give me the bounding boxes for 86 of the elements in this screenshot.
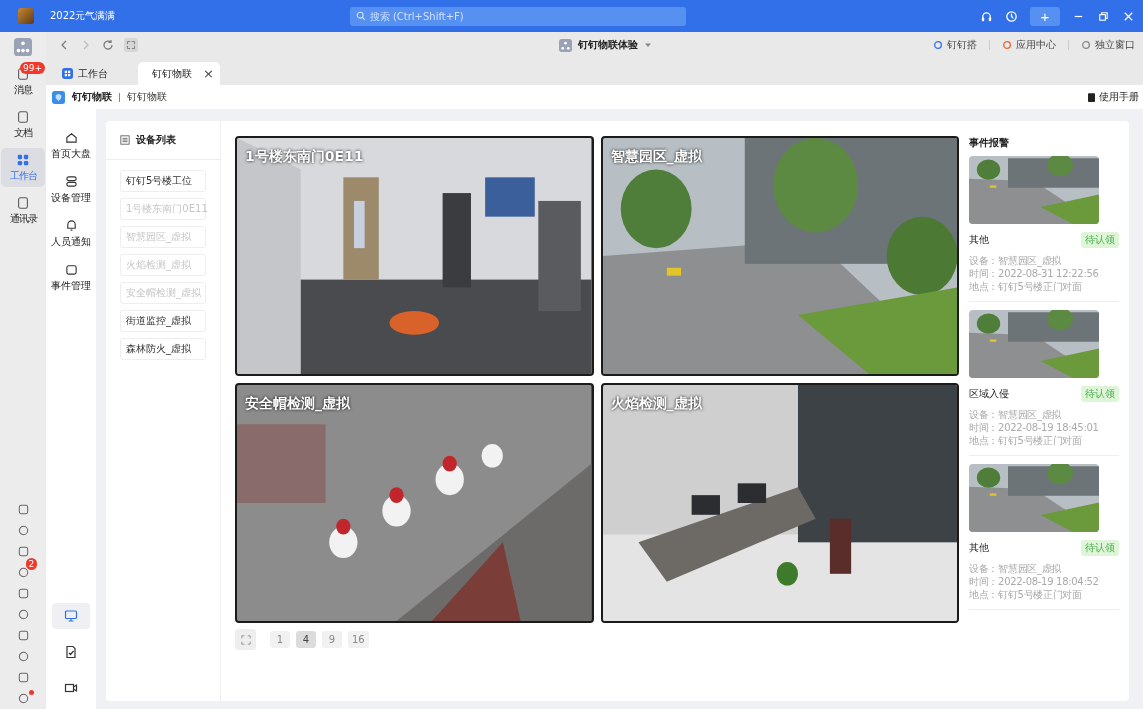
sidebar-item[interactable]: 消息 99+ <box>1 62 45 101</box>
org-chart-icon <box>559 38 572 52</box>
event-detail: 设备：智慧园区_虚拟 <box>969 562 1062 575</box>
avatar-icon[interactable] <box>18 8 34 24</box>
grid-icon <box>62 68 73 79</box>
search-field[interactable]: 搜索 (Ctrl+Shift+F) <box>349 6 686 26</box>
status-tag: 待认领 <box>1081 232 1119 248</box>
app-icon <box>16 110 30 124</box>
device-item[interactable]: 森林防火_虚拟 <box>120 338 206 360</box>
event-detail: 时间：2022-08-19 18:04:52 <box>969 575 1100 588</box>
event-type: 其他 <box>969 233 989 247</box>
tool-icon[interactable] <box>16 587 30 600</box>
tool-icon[interactable] <box>16 671 30 684</box>
nav-item[interactable]: 人员通知 <box>51 219 91 249</box>
event-detail: 设备：智慧园区_虚拟 <box>969 408 1062 421</box>
tool-icon[interactable] <box>16 608 30 621</box>
tool-icon[interactable] <box>16 629 30 642</box>
nav-icon <box>64 175 78 188</box>
camera-title: 1号楼东南门0E11 <box>245 148 364 166</box>
nav-icon <box>64 131 78 144</box>
app-icon <box>16 196 30 210</box>
refresh-icon[interactable] <box>102 39 114 51</box>
event-detail: 地点：钉钉5号楼正门对面 <box>969 434 1083 447</box>
camera-title: 安全帽检测_虚拟 <box>245 395 350 413</box>
list-icon <box>120 135 130 145</box>
app-icon <box>1081 40 1091 50</box>
device-item[interactable]: 街道监控_虚拟 <box>120 310 206 332</box>
restore-icon[interactable] <box>1097 9 1110 23</box>
status-tag: 待认领 <box>1081 540 1119 556</box>
app-icon <box>16 153 30 167</box>
event-type: 区域入侵 <box>969 387 1009 401</box>
search-icon <box>355 11 366 21</box>
history-icon[interactable] <box>1005 9 1018 23</box>
toolbar-link[interactable]: 钉钉搭 <box>947 38 977 52</box>
tool-icon[interactable] <box>16 545 30 558</box>
app-icon <box>1002 40 1012 50</box>
document-check-icon <box>64 645 78 659</box>
toolbar-link[interactable]: 应用中心 <box>1016 38 1056 52</box>
event-detail: 地点：钉钉5号楼正门对面 <box>969 280 1083 293</box>
org-selector[interactable]: 钉钉物联体验 <box>578 38 638 52</box>
status-tag: 待认领 <box>1081 386 1119 402</box>
toolbar-link[interactable]: 独立窗口 <box>1095 38 1135 52</box>
layout-button[interactable]: 4 <box>296 631 316 648</box>
tool-icon[interactable] <box>16 524 30 537</box>
event-detail: 地点：钉钉5号楼正门对面 <box>969 588 1083 601</box>
monitor-icon <box>64 609 78 623</box>
tool-icon[interactable] <box>16 566 30 579</box>
close-button[interactable]: × <box>203 66 214 81</box>
nav-item[interactable]: 事件管理 <box>51 263 91 293</box>
tab[interactable]: 钉钉物联 × <box>138 62 220 85</box>
event-detail: 设备：智慧园区_虚拟 <box>969 254 1062 267</box>
fullscreen-icon[interactable] <box>124 38 138 52</box>
sidebar-item[interactable]: 文档 <box>1 105 45 144</box>
nav-item[interactable]: 设备管理 <box>51 175 91 205</box>
tool-icon[interactable] <box>16 503 30 516</box>
shield-logo-icon <box>52 90 65 104</box>
org-chart-icon[interactable] <box>14 38 32 56</box>
event-type: 其他 <box>969 541 989 555</box>
device-item[interactable]: 钉钉5号楼工位 <box>120 170 206 192</box>
status-text: 2022元气满满 <box>50 9 116 23</box>
headset-icon[interactable] <box>980 9 993 23</box>
event-detail: 时间：2022-08-31 12:22:56 <box>969 267 1100 280</box>
nav-icon <box>64 263 78 276</box>
book-icon <box>1088 92 1095 102</box>
tab[interactable]: 工作台 <box>56 62 138 85</box>
count-badge: 2 <box>25 558 38 570</box>
caret-icon[interactable] <box>644 41 652 49</box>
event-detail: 时间：2022-08-19 18:45:01 <box>969 421 1100 434</box>
expand-icon <box>240 634 251 645</box>
video-camera-icon <box>64 681 78 695</box>
sidebar-item[interactable]: 通讯录 <box>1 191 45 230</box>
nav-icon <box>64 219 78 232</box>
tool-icon[interactable] <box>16 650 30 663</box>
camera-title: 智慧园区_虚拟 <box>610 148 702 166</box>
panel-title: 事件报警 <box>969 136 1010 150</box>
manual-link[interactable]: 使用手册 <box>1099 90 1139 104</box>
nav-item[interactable]: 首页大盘 <box>51 131 91 161</box>
app-icon <box>933 40 943 50</box>
app-name: 钉钉物联 <box>72 90 112 104</box>
count-badge: 99+ <box>20 62 45 74</box>
breadcrumb[interactable]: 钉钉物联 <box>127 90 167 104</box>
camera-title: 火焰检测_虚拟 <box>610 395 702 413</box>
panel-title: 设备列表 <box>136 133 176 147</box>
sidebar-item[interactable]: 工作台 <box>1 148 45 187</box>
notification-dot <box>28 690 34 695</box>
tool-icon[interactable] <box>16 692 30 705</box>
